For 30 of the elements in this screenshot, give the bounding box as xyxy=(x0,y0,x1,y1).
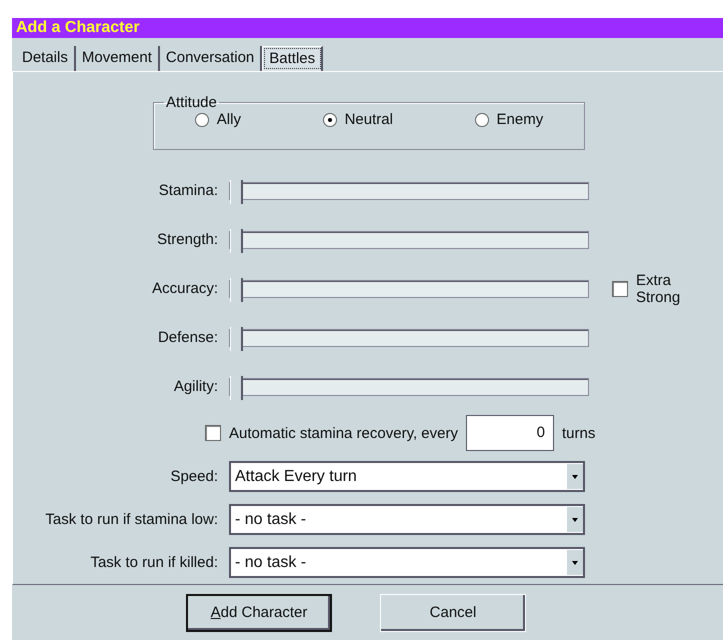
radio-button[interactable] xyxy=(474,112,489,127)
checkbox-label: Automatic stamina recovery, every xyxy=(229,424,458,442)
dropdown[interactable]: - no task - xyxy=(229,547,585,578)
radio-label: Ally xyxy=(216,111,241,128)
turns-label: turns xyxy=(562,424,596,442)
window-title: Add a Character xyxy=(12,18,723,38)
checkbox-label: Extra Strong xyxy=(636,272,682,306)
turns-field[interactable]: 0 xyxy=(466,415,554,452)
radio-button[interactable] xyxy=(194,112,209,127)
checkbox[interactable] xyxy=(205,425,221,442)
tab[interactable]: Movement xyxy=(76,46,160,72)
slider-label: Agility: xyxy=(174,378,218,396)
checkbox[interactable] xyxy=(612,280,628,297)
dropdown-label: Speed: xyxy=(170,468,218,486)
dialog-button[interactable]: Add Character xyxy=(186,594,332,632)
group-title: Attitude xyxy=(165,94,218,112)
dropdown-label: Task to run if stamina low: xyxy=(45,511,218,528)
dialog-button[interactable]: Cancel xyxy=(380,594,526,632)
tab[interactable]: Battles xyxy=(262,46,324,72)
dropdown-label: Task to run if killed: xyxy=(90,554,218,572)
slider-label: Defense: xyxy=(158,329,218,346)
slider-label: Strength: xyxy=(157,231,218,248)
tab[interactable]: Details xyxy=(16,46,76,72)
dropdown[interactable]: - no task - xyxy=(229,504,585,536)
radio-label: Enemy xyxy=(496,111,544,128)
slider-label: Stamina: xyxy=(158,182,218,200)
radio-button[interactable] xyxy=(322,112,337,127)
radio-label: Neutral xyxy=(344,111,393,128)
slider-label: Accuracy: xyxy=(152,280,218,298)
dropdown[interactable]: Attack Every turn xyxy=(229,461,585,492)
